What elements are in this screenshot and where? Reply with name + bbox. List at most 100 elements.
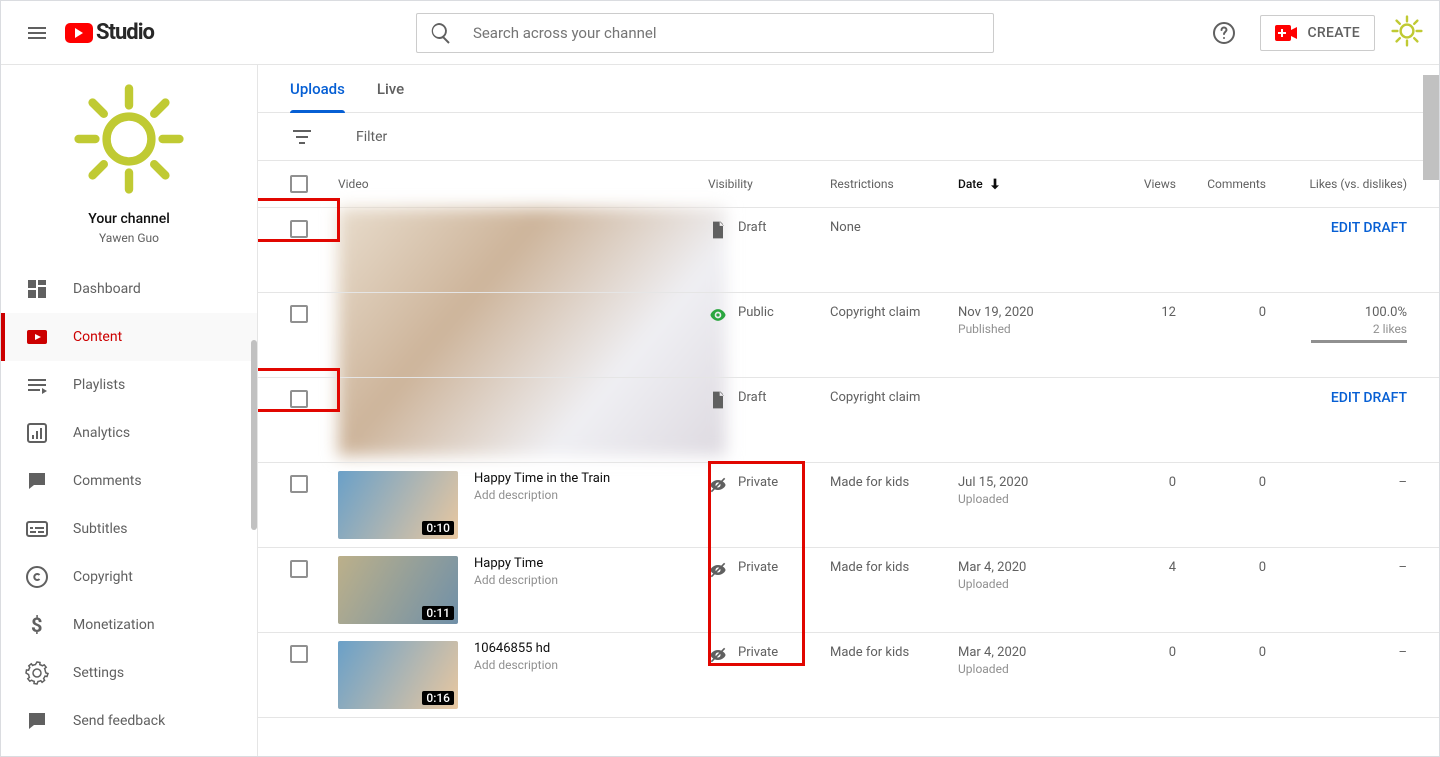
comments-text: 0 — [1176, 471, 1266, 539]
row-checkbox[interactable] — [290, 560, 308, 578]
date-sub: Uploaded — [958, 577, 1108, 591]
col-restrictions: Restrictions — [830, 177, 958, 191]
channel-avatar[interactable] — [73, 83, 185, 199]
comments-text: 0 — [1176, 641, 1266, 709]
table-row: 0:11Happy TimeAdd description Private Ma… — [258, 548, 1439, 633]
copyright-icon — [25, 565, 49, 589]
date-sub: Uploaded — [958, 662, 1108, 676]
likes-text: – — [1266, 471, 1407, 539]
nav-label: Dashboard — [73, 281, 141, 297]
create-label: CREATE — [1307, 25, 1360, 41]
youtube-icon — [65, 23, 93, 43]
header: Studio CREATE — [1, 1, 1439, 65]
search-icon — [429, 21, 453, 45]
nav-settings[interactable]: Settings — [1, 649, 257, 697]
nav-dashboard[interactable]: Dashboard — [1, 265, 257, 313]
video-thumb[interactable]: 0:16 — [338, 641, 458, 709]
views-text: 4 — [1108, 556, 1176, 624]
playlists-icon — [25, 373, 49, 397]
main-scrollbar[interactable] — [1423, 75, 1439, 180]
channel-name: Yawen Guo — [99, 231, 159, 245]
visibility-text: Public — [738, 305, 774, 320]
avatar[interactable] — [1391, 15, 1423, 51]
nav-feedback[interactable]: Send feedback — [1, 697, 257, 745]
nav-label: Analytics — [73, 425, 130, 441]
row-checkbox[interactable] — [290, 220, 308, 238]
row-checkbox[interactable] — [290, 305, 308, 323]
col-visibility: Visibility — [708, 177, 830, 191]
public-icon — [708, 305, 728, 325]
tab-live[interactable]: Live — [377, 65, 404, 112]
avatar-icon — [1391, 15, 1423, 47]
edit-draft-link[interactable]: EDIT DRAFT — [1331, 220, 1407, 236]
col-date[interactable]: Date — [958, 176, 1108, 192]
nav-label: Monetization — [73, 617, 155, 633]
likes-bar — [1311, 340, 1407, 343]
comments-text: 0 — [1176, 556, 1266, 624]
video-desc: Add description — [474, 488, 610, 502]
draft-icon — [708, 390, 728, 410]
search-box[interactable] — [416, 13, 994, 53]
menu-button[interactable] — [17, 13, 57, 53]
nav-label: Send feedback — [73, 713, 165, 729]
date-text: Jul 15, 2020 — [958, 475, 1108, 490]
visibility-text: Draft — [738, 390, 767, 405]
video-title[interactable]: Happy Time in the Train — [474, 471, 610, 486]
video-title[interactable]: Happy Time — [474, 556, 558, 571]
date-text: Mar 4, 2020 — [958, 645, 1108, 660]
main: Uploads Live Filter Video Visibility Res… — [257, 65, 1439, 756]
nav-content[interactable]: Content — [1, 313, 257, 361]
nav-playlists[interactable]: Playlists — [1, 361, 257, 409]
row-checkbox[interactable] — [290, 390, 308, 408]
nav-label: Comments — [73, 473, 142, 489]
video-thumb[interactable]: 0:11 — [338, 556, 458, 624]
filter-icon — [290, 125, 314, 149]
likes-text: – — [1266, 641, 1407, 709]
content-icon — [25, 325, 49, 349]
visibility-text: Private — [738, 560, 778, 575]
help-icon — [1212, 21, 1236, 45]
restrictions-text: Made for kids — [830, 641, 958, 709]
tab-uploads[interactable]: Uploads — [290, 65, 345, 112]
dashboard-icon — [25, 277, 49, 301]
create-button[interactable]: CREATE — [1260, 15, 1375, 51]
video-title[interactable]: 10646855 hd — [474, 641, 558, 656]
nav-comments[interactable]: Comments — [1, 457, 257, 505]
col-video: Video — [338, 177, 708, 191]
help-button[interactable] — [1204, 13, 1244, 53]
settings-icon — [25, 661, 49, 685]
nav-label: Settings — [73, 665, 124, 681]
logo[interactable]: Studio — [65, 20, 154, 45]
nav-label: Copyright — [73, 569, 133, 585]
header-right: CREATE — [1204, 13, 1423, 53]
filter-bar[interactable]: Filter — [258, 113, 1439, 161]
video-desc: Add description — [474, 658, 558, 672]
likes-text: 100.0% — [1266, 305, 1407, 320]
private-icon — [708, 475, 728, 495]
nav-copyright[interactable]: Copyright — [1, 553, 257, 601]
private-icon — [708, 645, 728, 665]
nav-monetization[interactable]: $ Monetization — [1, 601, 257, 649]
create-icon — [1275, 25, 1299, 41]
col-likes: Likes (vs. dislikes) — [1266, 177, 1407, 191]
nav-analytics[interactable]: Analytics — [1, 409, 257, 457]
sidebar: Your channel Yawen Guo Dashboard Content… — [1, 65, 257, 756]
nav: Dashboard Content Playlists Analytics Co… — [1, 265, 257, 745]
video-desc: Add description — [474, 573, 558, 587]
restrictions-text: Made for kids — [830, 471, 958, 539]
row-checkbox[interactable] — [290, 645, 308, 663]
nav-label: Subtitles — [73, 521, 128, 537]
edit-draft-link[interactable]: EDIT DRAFT — [1331, 390, 1407, 406]
subtitles-icon — [25, 517, 49, 541]
video-thumb[interactable]: 0:10 — [338, 471, 458, 539]
logo-text: Studio — [96, 20, 154, 45]
date-sub: Published — [958, 322, 1108, 336]
search-input[interactable] — [473, 24, 981, 42]
monetization-icon: $ — [25, 613, 49, 637]
channel-label: Your channel — [88, 211, 170, 227]
row-checkbox[interactable] — [290, 475, 308, 493]
comments-text: 0 — [1176, 301, 1266, 369]
restrictions-text: Copyright claim — [830, 301, 958, 369]
nav-subtitles[interactable]: Subtitles — [1, 505, 257, 553]
select-all-checkbox[interactable] — [290, 175, 308, 193]
